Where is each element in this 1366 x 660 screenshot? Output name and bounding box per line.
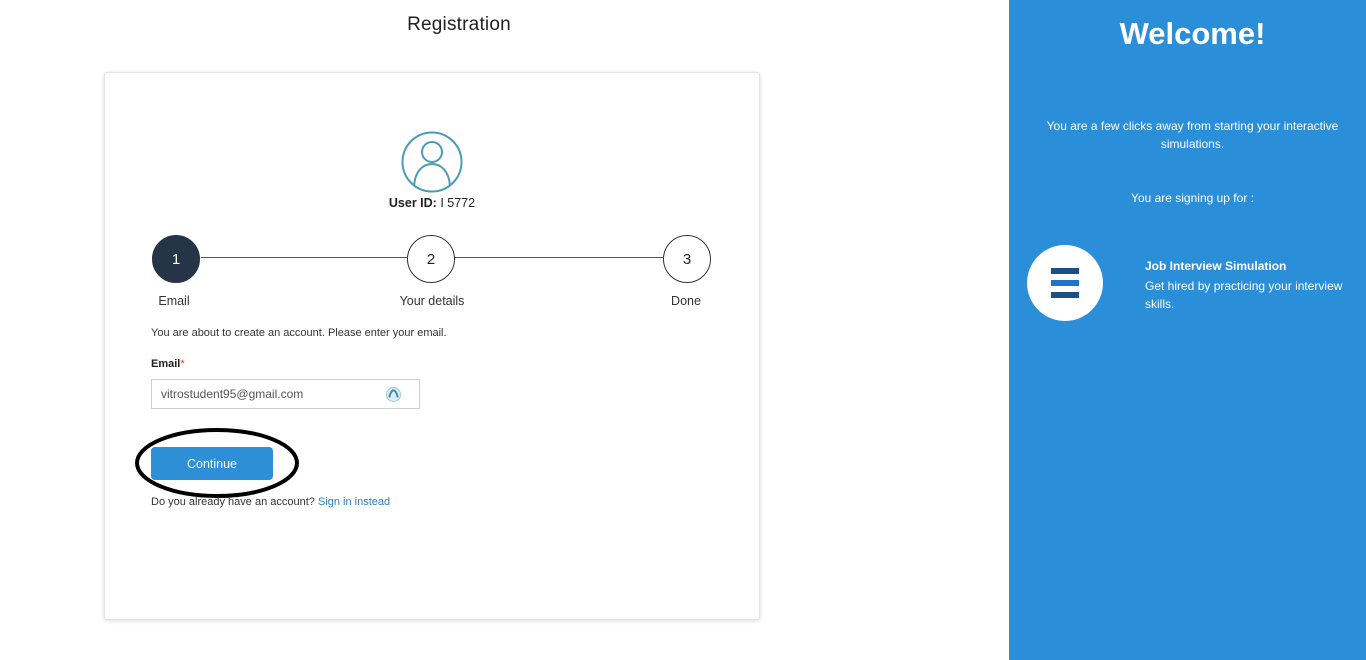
stepper-connector-2	[455, 257, 663, 258]
welcome-title: Welcome!	[1119, 16, 1266, 51]
step-3-circle: 3	[663, 235, 711, 283]
simulation-title: Job Interview Simulation	[1145, 259, 1287, 273]
step-2-circle: 2	[407, 235, 455, 283]
simulation-logo-icon	[1027, 245, 1103, 321]
step-2-number: 2	[426, 250, 436, 268]
signin-prompt: Do you already have an account?	[151, 496, 315, 508]
signing-up-label: You are signing up for :	[1131, 191, 1254, 205]
welcome-panel: Welcome! You are a few clicks away from …	[1009, 0, 1366, 660]
email-label: Email*	[151, 358, 185, 370]
welcome-subtitle: You are a few clicks away from starting …	[1046, 119, 1339, 151]
step-2-label: Your details	[399, 294, 465, 308]
email-field-status-icon	[386, 387, 401, 402]
signin-row: Do you already have an account? Sign in …	[151, 496, 390, 508]
email-input[interactable]	[152, 386, 383, 402]
step-1-circle: 1	[152, 235, 200, 283]
email-label-text: Email	[151, 358, 181, 370]
step-3-label: Done	[671, 294, 701, 308]
email-instructions: You are about to create an account. Plea…	[151, 327, 447, 339]
step-1-label: Email	[158, 294, 190, 308]
sign-in-link[interactable]: Sign in instead	[318, 496, 390, 508]
registration-card: User ID: I 5772 1 2 3 Email Your details…	[104, 72, 760, 620]
continue-button[interactable]: Continue	[151, 447, 273, 480]
user-id-label: User ID:	[388, 196, 437, 210]
required-marker: *	[180, 358, 185, 370]
step-3-number: 3	[682, 250, 692, 268]
user-avatar-icon	[401, 131, 463, 193]
simulation-description: Get hired by practicing your interview s…	[1145, 279, 1343, 311]
user-id-value: I 5772	[440, 196, 476, 210]
page-title: Registration	[407, 14, 511, 35]
stepper-connector-1	[201, 257, 407, 258]
user-id: User ID: I 5772	[105, 196, 759, 210]
step-1-number: 1	[171, 250, 181, 268]
simulation-bars-icon	[1051, 268, 1079, 298]
email-field[interactable]	[151, 379, 420, 409]
